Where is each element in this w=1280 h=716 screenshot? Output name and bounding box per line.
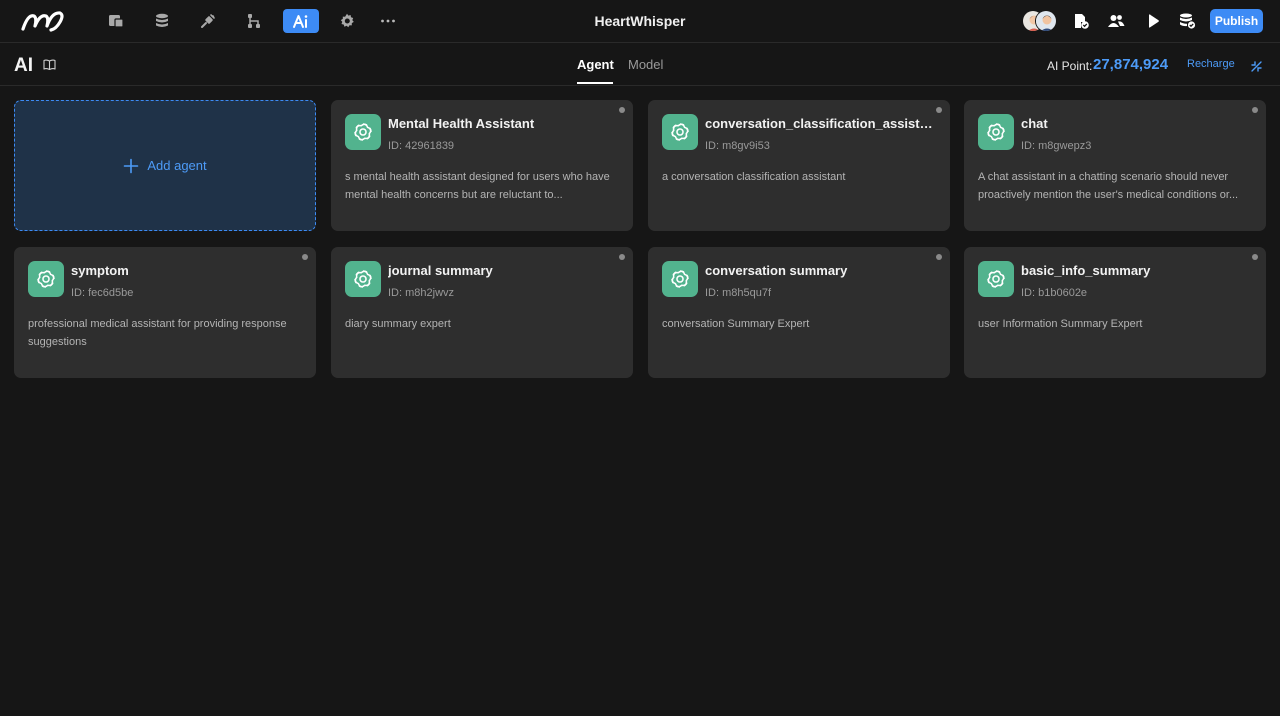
- agent-description: diary summary expert: [345, 318, 451, 330]
- agent-name: symptom: [71, 263, 129, 278]
- agent-name: conversation_classification_assistant: [705, 116, 935, 131]
- tool-ai[interactable]: [283, 9, 319, 33]
- play-icon: [1149, 14, 1159, 28]
- ai-icon: [293, 15, 308, 28]
- avatar[interactable]: [1035, 10, 1057, 32]
- tool-settings[interactable]: [329, 9, 365, 33]
- agent-id: ID: b1b0602e: [1021, 287, 1088, 299]
- agent-name: journal summary: [388, 263, 493, 278]
- plugin-icon: [201, 14, 215, 28]
- openai-icon: [987, 270, 1005, 288]
- users-icon: [1108, 15, 1125, 27]
- agent-description: conversation Summary Expert: [662, 318, 810, 330]
- workflow-icon: [248, 14, 260, 28]
- tool-database[interactable]: [144, 9, 180, 33]
- agent-avatar: [978, 114, 1014, 150]
- ai-point-label: AI Point:: [1047, 59, 1093, 73]
- status-dot: [936, 107, 942, 113]
- add-agent-content: Add agent: [123, 158, 207, 174]
- recharge-link[interactable]: Recharge: [1187, 58, 1235, 70]
- agent-description: a conversation classification assistant: [662, 171, 846, 183]
- document-check-button[interactable]: [1071, 11, 1091, 31]
- agent-avatar: [978, 261, 1014, 297]
- agent-name: Mental Health Assistant: [388, 116, 535, 131]
- logo-icon[interactable]: [20, 8, 66, 34]
- agent-id: ID: 42961839: [388, 140, 455, 152]
- agent-description: user Information Summary Expert: [978, 318, 1143, 330]
- agent-avatar: [28, 261, 64, 297]
- tab-agent[interactable]: Agent: [577, 57, 614, 85]
- agent-card[interactable]: chat ID: m8gwepz3 A chat assistant in a …: [964, 100, 1266, 231]
- agent-avatar: [345, 261, 381, 297]
- status-dot: [1252, 107, 1258, 113]
- page-title: AI: [14, 55, 33, 76]
- status-dot: [1252, 254, 1258, 260]
- database-check-button[interactable]: [1177, 11, 1197, 31]
- book-icon[interactable]: [43, 58, 56, 71]
- run-button[interactable]: [1143, 11, 1163, 31]
- agent-avatar: [345, 114, 381, 150]
- publish-button[interactable]: Publish: [1210, 9, 1263, 33]
- openai-icon: [987, 123, 1005, 141]
- agent-avatar: [662, 114, 698, 150]
- agent-id: ID: fec6d5be: [71, 287, 134, 299]
- agent-card[interactable]: basic_info_summary ID: b1b0602e user Inf…: [964, 247, 1266, 378]
- collaborator-avatars[interactable]: [1022, 10, 1060, 32]
- openai-icon: [37, 270, 55, 288]
- tool-more[interactable]: [370, 9, 406, 33]
- plus-icon: [124, 158, 139, 173]
- tool-plugin[interactable]: [190, 9, 226, 33]
- collapse-icon[interactable]: [1250, 60, 1263, 73]
- agent-id: ID: m8gwepz3: [1021, 140, 1092, 152]
- agent-card[interactable]: Mental Health Assistant ID: 42961839 s m…: [331, 100, 633, 231]
- more-icon: [381, 19, 395, 23]
- document-check-icon: [1075, 14, 1089, 29]
- agent-name: chat: [1021, 116, 1048, 131]
- agent-name: conversation summary: [705, 263, 848, 278]
- agent-id: ID: m8h5qu7f: [705, 287, 772, 299]
- tab-model[interactable]: Model: [628, 57, 663, 85]
- sub-header: AI Agent Model AI Point: 27,874,924 Rech…: [0, 43, 1280, 86]
- agent-name: basic_info_summary: [1021, 263, 1151, 278]
- database-check-icon: [1180, 13, 1196, 29]
- agent-card[interactable]: journal summary ID: m8h2jwvz diary summa…: [331, 247, 633, 378]
- status-dot: [619, 254, 625, 260]
- settings-icon: [340, 13, 354, 28]
- app-title: HeartWhisper: [594, 13, 686, 29]
- agent-description: A chat assistant in a chatting scenario …: [978, 171, 1239, 201]
- add-agent-label: Add agent: [147, 158, 207, 173]
- status-dot: [936, 254, 942, 260]
- tool-workflow[interactable]: [236, 9, 272, 33]
- agent-card[interactable]: symptom ID: fec6d5be professional medica…: [14, 247, 316, 378]
- pages-icon: [109, 15, 124, 28]
- openai-icon: [671, 123, 689, 141]
- database-icon: [156, 13, 168, 27]
- agent-description: professional medical assistant for provi…: [28, 318, 287, 348]
- agent-card[interactable]: conversation summary ID: m8h5qu7f conver…: [648, 247, 950, 378]
- active-tab-indicator: [577, 82, 613, 84]
- agent-id: ID: m8h2jwvz: [388, 287, 455, 299]
- top-bar: HeartWhisper Publish: [0, 0, 1280, 43]
- openai-icon: [354, 123, 372, 141]
- agent-id: ID: m8gv9i53: [705, 140, 770, 152]
- openai-icon: [671, 270, 689, 288]
- openai-icon: [354, 270, 372, 288]
- ai-point-value: 27,874,924: [1093, 56, 1169, 73]
- agent-card[interactable]: conversation_classification_assistant ID…: [648, 100, 950, 231]
- tool-pages[interactable]: [98, 9, 134, 33]
- add-agent-card[interactable]: Add agent: [14, 100, 316, 231]
- status-dot: [302, 254, 308, 260]
- status-dot: [619, 107, 625, 113]
- agent-avatar: [662, 261, 698, 297]
- users-button[interactable]: [1106, 11, 1126, 31]
- agent-description: s mental health assistant designed for u…: [345, 171, 610, 201]
